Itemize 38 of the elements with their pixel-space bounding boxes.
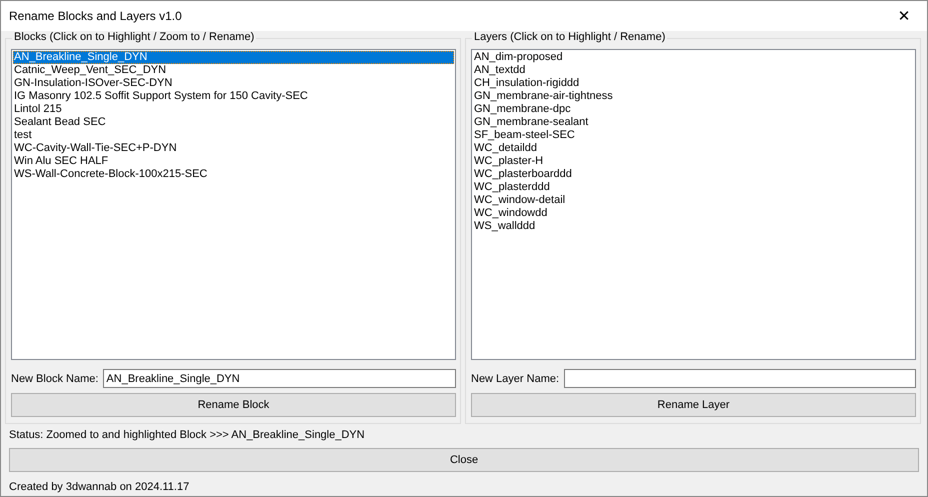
list-item[interactable]: CH_insulation-rigiddd (473, 77, 914, 90)
group-label: Blocks (Click on to Highlight / Zoom to / Rename) (12, 31, 256, 44)
field-label: New Block Name: (11, 372, 98, 384)
list-box[interactable] (471, 49, 916, 360)
input-field[interactable] (564, 369, 916, 388)
window-title: Rename Blocks and Layers v1.0 (9, 9, 182, 23)
credit-text: Created by 3dwannab on 2024.11.17 (9, 480, 190, 494)
list-item[interactable]: WC_window-detail (473, 194, 914, 207)
rename-button[interactable]: Rename Layer (471, 393, 916, 417)
close-button[interactable]: Close (9, 448, 919, 472)
list-item[interactable]: GN_membrane-air-tightness (473, 90, 914, 103)
list-item[interactable]: WC_plaster-H (473, 155, 914, 168)
list-item[interactable]: WC_windowdd (473, 207, 914, 220)
list-item[interactable]: WS-Wall-Concrete-Block-100x215-SEC (13, 168, 454, 181)
list-item[interactable]: WC-Cavity-Wall-Tie-SEC+P-DYN (13, 142, 454, 155)
list-item[interactable]: AN_Breakline_Single_DYN (13, 51, 454, 64)
list-item[interactable]: WC_detaildd (473, 142, 914, 155)
list-item[interactable]: WS_wallddd (473, 220, 914, 233)
list-item[interactable]: Catnic_Weep_Vent_SEC_DYN (13, 64, 454, 77)
field-label: New Layer Name: (471, 372, 560, 384)
input-field[interactable]: AN_Breakline_Single_DYN (103, 369, 456, 388)
group-label: Layers (Click on to Highlight / Rename) (472, 31, 668, 44)
list-box[interactable] (11, 49, 456, 360)
list-item[interactable]: SF_beam-steel-SEC (473, 129, 914, 142)
list-item[interactable]: GN-Insulation-ISOver-SEC-DYN (13, 77, 454, 90)
list-item[interactable]: AN_dim-proposed (473, 51, 914, 64)
list-item[interactable]: GN_membrane-dpc (473, 103, 914, 116)
status-text: Status: Zoomed to and highlighted Block >>> AN_Breakline_Single_DYN (9, 428, 366, 442)
list-item[interactable]: WC_plasterddd (473, 181, 914, 194)
list-item[interactable]: Win Alu SEC HALF (13, 155, 454, 168)
list-item[interactable]: Sealant Bead SEC (13, 116, 454, 129)
list-item[interactable]: Lintol 215 (13, 103, 454, 116)
list-item[interactable]: IG Masonry 102.5 Soffit Support System for 150 Cavity-SEC (13, 90, 454, 103)
list-item[interactable]: WC_plasterboarddd (473, 168, 914, 181)
rename-button[interactable]: Rename Block (11, 393, 456, 417)
list-item[interactable]: test (13, 129, 454, 142)
list-item[interactable]: AN_textdd (473, 64, 914, 77)
list-item[interactable]: GN_membrane-sealant (473, 116, 914, 129)
